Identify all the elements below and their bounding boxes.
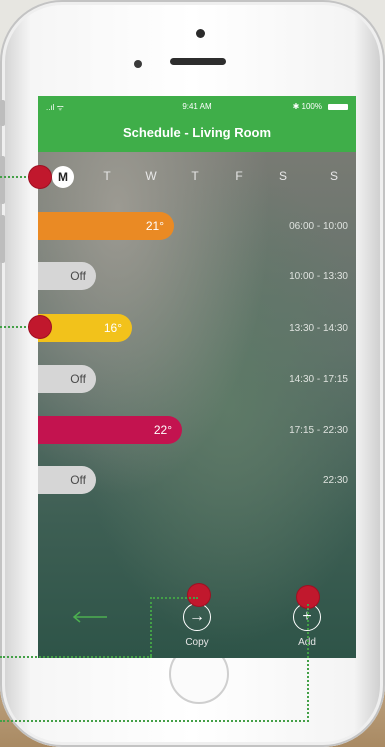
callout-line bbox=[150, 597, 198, 599]
day-sunday[interactable]: S bbox=[324, 169, 344, 183]
mute-switch bbox=[0, 100, 5, 126]
callout-line bbox=[150, 597, 152, 656]
day-tuesday[interactable]: T bbox=[97, 169, 117, 183]
schedule-block-off[interactable]: Off bbox=[38, 466, 96, 494]
day-saturday[interactable]: S bbox=[273, 169, 293, 183]
back-arrow-icon[interactable] bbox=[72, 611, 108, 623]
callout-line bbox=[307, 604, 309, 722]
app-screen: ..ıl ᯤ 9:41 AM ✱ 100% Schedule - Living … bbox=[38, 96, 356, 658]
battery-icon bbox=[328, 104, 348, 110]
callout-line bbox=[0, 176, 30, 178]
callout-line bbox=[0, 656, 152, 658]
day-monday[interactable]: M bbox=[52, 166, 74, 188]
earpiece-speaker bbox=[170, 58, 226, 65]
day-friday[interactable]: F bbox=[229, 169, 249, 183]
callout-marker bbox=[29, 316, 51, 338]
day-thursday[interactable]: T bbox=[185, 169, 205, 183]
volume-up-button bbox=[0, 156, 5, 204]
schedule-time-range: 22:30 bbox=[322, 475, 348, 486]
schedule-block-off[interactable]: Off bbox=[38, 365, 96, 393]
schedule-block-temperature[interactable]: 21° bbox=[38, 212, 174, 240]
day-wednesday[interactable]: W bbox=[141, 169, 161, 183]
app-header: ..ıl ᯤ 9:41 AM ✱ 100% Schedule - Living … bbox=[38, 96, 356, 152]
schedule-time-range: 14:30 - 17:15 bbox=[289, 374, 348, 385]
volume-down-button bbox=[0, 215, 5, 263]
copy-button[interactable]: → bbox=[183, 603, 211, 631]
schedule-block-off[interactable]: Off bbox=[38, 262, 96, 290]
schedule-time-range: 06:00 - 10:00 bbox=[289, 221, 348, 232]
schedule-block-temperature[interactable]: 16° bbox=[38, 314, 132, 342]
schedule-time-range: 10:00 - 13:30 bbox=[289, 271, 348, 282]
front-camera-icon bbox=[196, 29, 205, 38]
callout-marker bbox=[188, 584, 210, 606]
day-selector: M T W T F S S bbox=[38, 166, 356, 190]
schedule-time-range: 13:30 - 14:30 bbox=[289, 323, 348, 334]
callout-line bbox=[0, 326, 30, 328]
sensor-icon bbox=[134, 60, 142, 68]
schedule-time-range: 17:15 - 22:30 bbox=[289, 425, 348, 436]
page-title: Schedule - Living Room bbox=[122, 125, 272, 140]
schedule-block-temperature[interactable]: 22° bbox=[38, 416, 182, 444]
callout-marker bbox=[29, 166, 51, 188]
callout-line bbox=[0, 720, 309, 722]
arrow-right-icon: → bbox=[189, 608, 205, 625]
copy-label: Copy bbox=[185, 637, 209, 648]
battery-percentage: ✱ 100% bbox=[292, 102, 322, 111]
